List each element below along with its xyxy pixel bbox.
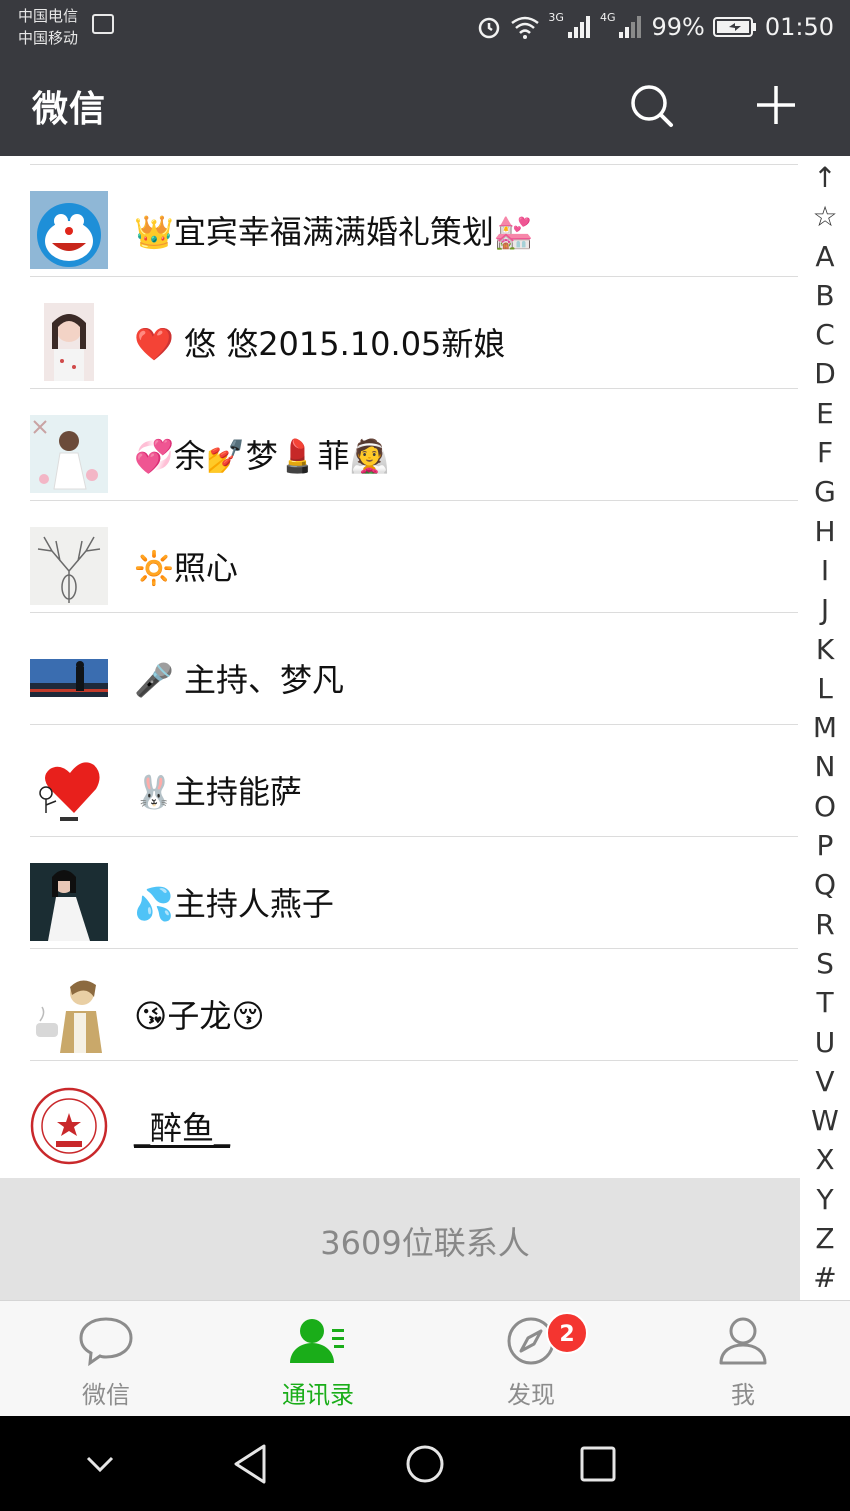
bottom-tab-bar: 微信 通讯录 发现 2 我 [0, 1300, 850, 1416]
avatar [30, 639, 108, 717]
avatar [30, 1087, 108, 1165]
avatar [30, 751, 108, 829]
avatar [30, 191, 108, 269]
index-letter[interactable]: A [800, 237, 850, 276]
avatar [30, 303, 108, 381]
index-letter[interactable]: # [800, 1258, 850, 1297]
contact-name: _醉鱼_ [134, 1109, 231, 1147]
contact-name: 👑宜宾幸福满满婚礼策划💒 [134, 213, 534, 251]
activity-icon [92, 14, 114, 34]
recents-icon[interactable] [572, 1438, 624, 1490]
index-letter[interactable]: D [800, 354, 850, 393]
index-letter[interactable]: X [800, 1140, 850, 1179]
alphabet-index[interactable]: ↑ ☆ A B C D E F G H I J K L M N O P Q R S T U V W X Y Z # [800, 158, 850, 1298]
tab-label: 我 [731, 1381, 755, 1409]
tab-chats[interactable]: 微信 [0, 1301, 212, 1417]
net-3g-label: 3G [548, 11, 564, 24]
tab-contacts[interactable]: 通讯录 [212, 1301, 424, 1417]
contact-name: 💞余💅梦💄菲👰 [134, 437, 390, 475]
page-title: 微信 [32, 89, 107, 130]
tab-label: 通讯录 [282, 1381, 354, 1409]
index-letter[interactable]: H [800, 512, 850, 551]
contact-name: 🐰主持能萨 [134, 773, 302, 811]
wifi-icon [511, 16, 540, 39]
contact-row[interactable]: 👑宜宾幸福满满婚礼策划💒 [0, 165, 800, 277]
index-letter[interactable]: P [800, 826, 850, 865]
search-icon [631, 85, 673, 127]
search-button[interactable] [624, 78, 678, 132]
index-letter[interactable]: C [800, 315, 850, 354]
plus-icon [757, 86, 795, 124]
discover-badge: 2 [546, 1312, 588, 1354]
contact-name: ❤️ 悠 悠2015.10.05新娘 [134, 325, 506, 363]
contact-row[interactable]: 💦主持人燕子 [0, 837, 800, 949]
index-letter[interactable]: G [800, 472, 850, 511]
index-letter[interactable]: T [800, 983, 850, 1022]
index-letter[interactable]: O [800, 787, 850, 826]
contact-name: 😘子龙😚 [134, 997, 265, 1035]
index-letter[interactable]: E [800, 394, 850, 433]
index-letter[interactable]: F [800, 433, 850, 472]
contact-row[interactable]: 😘子龙😚 [0, 949, 800, 1061]
index-letter[interactable]: Q [800, 865, 850, 904]
contact-name: 🔆照心 [134, 549, 238, 587]
contact-row[interactable]: ❤️ 悠 悠2015.10.05新娘 [0, 277, 800, 389]
avatar [30, 527, 108, 605]
index-letter[interactable]: Z [800, 1219, 850, 1258]
carrier-info: 中国电信 中国移动 [18, 5, 78, 49]
avatar [30, 415, 108, 493]
carrier-1: 中国电信 [18, 7, 79, 25]
tab-me[interactable]: 我 [637, 1301, 849, 1417]
index-letter[interactable]: J [800, 590, 850, 629]
system-nav-bar [0, 1416, 850, 1511]
avatar [30, 975, 108, 1053]
index-letter[interactable]: M [800, 708, 850, 747]
tab-label: 发现 [507, 1381, 555, 1409]
battery-icon [712, 17, 756, 37]
contact-row[interactable]: 🎤 主持、梦凡 [0, 613, 800, 725]
contacts-icon [290, 1319, 344, 1363]
add-button[interactable] [748, 78, 804, 132]
index-letter[interactable]: W [800, 1101, 850, 1140]
index-letter[interactable]: B [800, 276, 850, 315]
status-bar: 中国电信 中国移动 3G 4G 99% 01:50 [0, 0, 850, 56]
clock: 01:50 [764, 13, 834, 41]
back-icon[interactable] [226, 1438, 278, 1490]
contact-count: 3609位联系人 [320, 1224, 530, 1262]
index-letter[interactable]: ↑ [800, 158, 850, 197]
index-letter[interactable]: Y [800, 1180, 850, 1219]
contact-name: 🎤 主持、梦凡 [134, 661, 345, 699]
contact-name: 💦主持人燕子 [134, 885, 334, 923]
index-letter[interactable]: ☆ [800, 197, 850, 236]
chat-bubble-icon [79, 1317, 133, 1367]
signal-icon-2 [619, 16, 642, 38]
index-letter[interactable]: K [800, 630, 850, 669]
home-icon[interactable] [399, 1438, 451, 1490]
contact-list[interactable]: 👑宜宾幸福满满婚礼策划💒 ❤️ 悠 悠2015.10.05新娘 💞余💅梦💄菲👰 … [0, 156, 800, 1178]
index-letter[interactable]: L [800, 669, 850, 708]
chevron-down-icon[interactable] [74, 1438, 126, 1490]
avatar [30, 863, 108, 941]
index-letter[interactable]: I [800, 551, 850, 590]
index-letter[interactable]: S [800, 944, 850, 983]
contact-row[interactable]: 🐰主持能萨 [0, 725, 800, 837]
tab-label: 微信 [82, 1381, 130, 1409]
status-right: 3G 4G 99% 01:50 [476, 10, 834, 44]
tab-discover[interactable]: 发现 [425, 1301, 637, 1417]
contact-count-bar: 3609位联系人 [0, 1178, 800, 1300]
carrier-2: 中国移动 [18, 29, 79, 47]
person-icon [719, 1317, 767, 1365]
title-bar: 微信 [0, 56, 850, 156]
index-letter[interactable]: U [800, 1023, 850, 1062]
index-letter[interactable]: N [800, 747, 850, 786]
index-letter[interactable]: V [800, 1062, 850, 1101]
contact-row[interactable]: 🔆照心 [0, 501, 800, 613]
battery-percent: 99% [651, 13, 705, 41]
index-letter[interactable]: R [800, 905, 850, 944]
alarm-icon [479, 17, 500, 39]
signal-icon-1 [567, 16, 590, 38]
net-4g-label: 4G [599, 11, 616, 24]
contact-row[interactable]: 💞余💅梦💄菲👰 [0, 389, 800, 501]
contact-row[interactable]: _醉鱼_ [0, 1061, 800, 1173]
